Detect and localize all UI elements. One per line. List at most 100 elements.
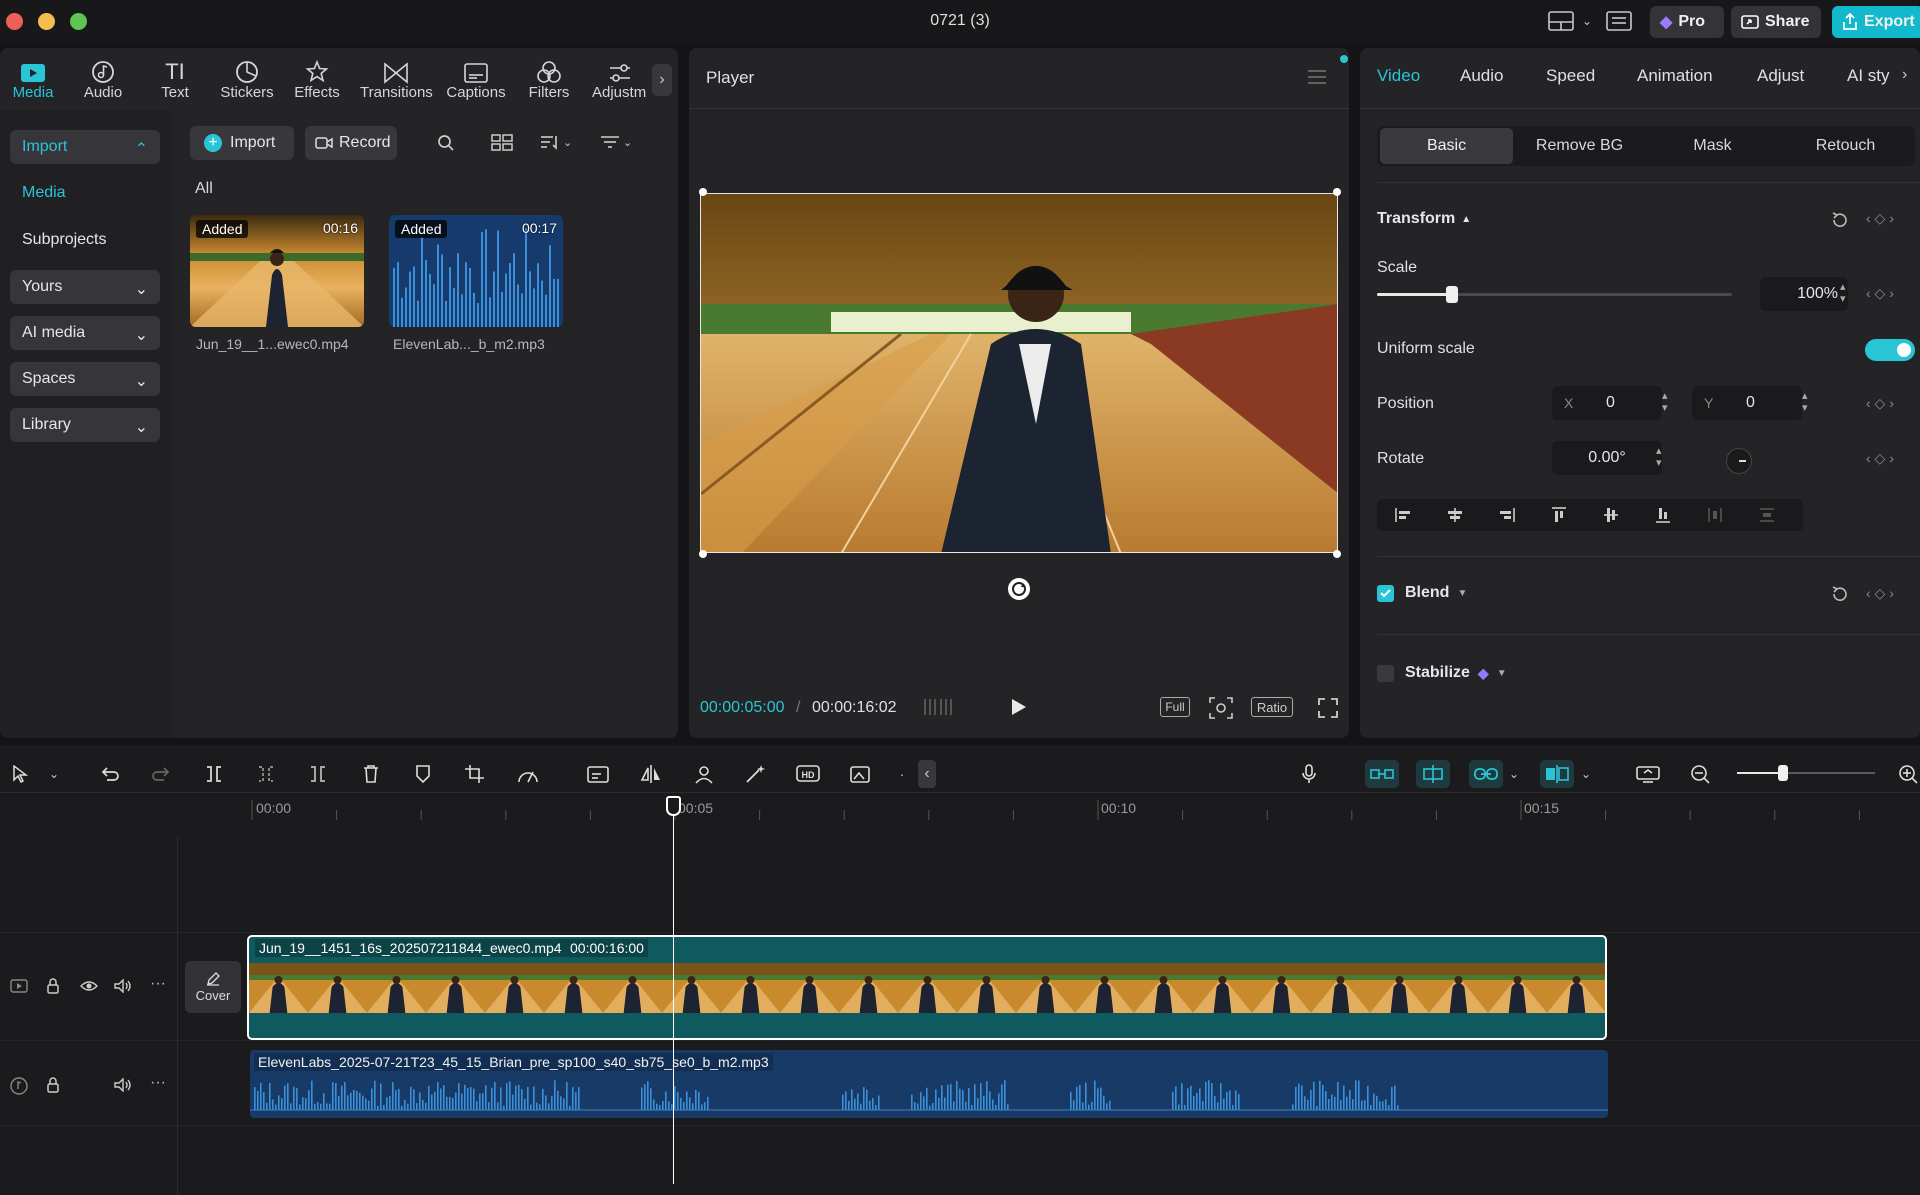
add-text-icon[interactable]: [584, 760, 612, 788]
full-button[interactable]: Full: [1160, 697, 1190, 717]
preview-dropdown-icon[interactable]: ⌄: [1572, 760, 1600, 788]
cover-button[interactable]: Cover: [185, 961, 241, 1013]
tab-audio[interactable]: Audio: [1460, 66, 1503, 86]
stabilize-header[interactable]: Stabilize ◆ ▼: [1405, 664, 1507, 682]
playhead[interactable]: [673, 806, 674, 1184]
pro-button[interactable]: ◆ Pro: [1650, 6, 1724, 38]
timeline-settings-icon[interactable]: [1634, 760, 1662, 788]
marker-icon[interactable]: [409, 760, 437, 788]
play-icon[interactable]: [1010, 697, 1028, 717]
fullscreen-icon[interactable]: [1318, 698, 1338, 718]
keyframe-nav-icon[interactable]: ‹ ◇ ›: [1866, 210, 1894, 227]
stabilize-checkbox[interactable]: [1377, 665, 1394, 682]
reset-icon[interactable]: [1830, 584, 1850, 604]
zoom-slider-thumb[interactable]: [1777, 765, 1788, 781]
link-clips-icon[interactable]: [1469, 760, 1503, 788]
align-top-icon[interactable]: [1533, 506, 1585, 524]
sidebar-media[interactable]: Media: [22, 184, 66, 202]
transform-header[interactable]: Transform ▲: [1377, 210, 1471, 228]
keyframe-nav-icon[interactable]: ‹ ◇ ›: [1866, 395, 1894, 412]
lock-icon[interactable]: [46, 1077, 60, 1093]
toolbar-media[interactable]: Media: [0, 56, 69, 101]
position-x-stepper-icon[interactable]: ▴ ▾: [1662, 390, 1668, 414]
media-item-video[interactable]: Added 00:16: [190, 215, 364, 327]
grid-view-icon[interactable]: [491, 134, 513, 152]
search-icon[interactable]: [437, 134, 455, 152]
media-item-audio[interactable]: Added 00:17: [389, 215, 563, 327]
lock-icon[interactable]: [46, 978, 60, 994]
zoom-out-icon[interactable]: [1686, 760, 1714, 788]
tab-ai-style[interactable]: AI sty: [1847, 66, 1895, 86]
toolbar-audio[interactable]: Audio: [67, 56, 139, 101]
link-dropdown-icon[interactable]: ⌄: [1500, 760, 1528, 788]
keyframe-nav-icon[interactable]: ‹ ◇ ›: [1866, 450, 1894, 467]
speaker-icon[interactable]: [114, 979, 132, 993]
resize-handle[interactable]: [699, 188, 707, 196]
align-center-h-icon[interactable]: [1429, 507, 1481, 523]
menu-icon[interactable]: [1307, 69, 1327, 85]
sidebar-library[interactable]: Library ⌄: [10, 408, 160, 442]
subtab-remove-bg[interactable]: Remove BG: [1513, 128, 1646, 164]
speaker-icon[interactable]: [114, 1078, 132, 1092]
more-options-icon[interactable]: ···: [150, 1074, 166, 1092]
auto-snap-icon[interactable]: [1416, 760, 1450, 788]
record-button[interactable]: Record: [305, 126, 397, 160]
shortcut-icon[interactable]: [1606, 11, 1632, 31]
toolbar-text[interactable]: TI Text: [139, 56, 211, 102]
import-button[interactable]: + Import: [190, 126, 294, 160]
tab-speed[interactable]: Speed: [1546, 66, 1595, 86]
microphone-icon[interactable]: [1295, 760, 1323, 788]
zoom-slider[interactable]: [1737, 765, 1875, 781]
align-bottom-icon[interactable]: [1637, 506, 1689, 524]
blend-checkbox[interactable]: [1377, 585, 1394, 602]
ratio-button[interactable]: Ratio: [1251, 697, 1293, 717]
align-center-v-icon[interactable]: [1585, 506, 1637, 524]
scale-input[interactable]: 100%: [1760, 277, 1848, 311]
main-track-magnet-icon[interactable]: [1365, 760, 1399, 788]
playhead-handle[interactable]: [666, 796, 681, 816]
scale-slider-thumb[interactable]: [1445, 286, 1458, 303]
tabs-scroll-right-icon[interactable]: ›: [1902, 66, 1907, 84]
subtab-mask[interactable]: Mask: [1646, 128, 1779, 164]
align-right-icon[interactable]: [1481, 507, 1533, 523]
select-tool-icon[interactable]: [6, 760, 34, 788]
toolbar-transitions[interactable]: Transitions: [360, 56, 433, 101]
resize-handle[interactable]: [699, 550, 707, 558]
sort-icon[interactable]: ⌄: [540, 134, 572, 150]
uniform-scale-toggle[interactable]: [1865, 339, 1915, 361]
keyframe-nav-icon[interactable]: ‹ ◇ ›: [1866, 285, 1894, 302]
mirror-icon[interactable]: [637, 760, 665, 788]
screenshot-icon[interactable]: [1209, 697, 1233, 719]
rotate-handle-icon[interactable]: [1007, 577, 1031, 601]
filter-icon[interactable]: ⌄: [600, 134, 632, 150]
tool-dropdown-icon[interactable]: ⌄: [40, 760, 68, 788]
scale-slider[interactable]: [1377, 286, 1732, 303]
timeline-ruler[interactable]: [250, 796, 1920, 820]
more-options-icon[interactable]: ···: [150, 975, 166, 993]
export-button[interactable]: Export: [1832, 6, 1920, 38]
sidebar-subprojects[interactable]: Subprojects: [22, 231, 107, 249]
share-button[interactable]: Share: [1731, 6, 1821, 38]
more-dot-icon[interactable]: ·: [888, 760, 916, 788]
toolbar-collapse-icon[interactable]: ‹: [918, 760, 936, 788]
video-preview[interactable]: [700, 193, 1338, 553]
toolbar-captions[interactable]: Captions: [440, 56, 512, 101]
undo-icon[interactable]: [95, 760, 123, 788]
delete-icon[interactable]: [357, 760, 385, 788]
layout-icon[interactable]: [1548, 11, 1574, 31]
split-left-icon[interactable]: [252, 760, 280, 788]
keyframe-nav-icon[interactable]: ‹ ◇ ›: [1866, 585, 1894, 602]
magic-wand-icon[interactable]: [742, 760, 770, 788]
rotate-dial[interactable]: [1726, 448, 1752, 474]
image-enhance-icon[interactable]: [847, 760, 875, 788]
position-y-input[interactable]: Y 0: [1692, 386, 1802, 420]
sidebar-yours[interactable]: Yours ⌄: [10, 270, 160, 304]
tab-adjust[interactable]: Adjust: [1757, 66, 1804, 86]
eye-icon[interactable]: [80, 980, 98, 992]
subtab-basic[interactable]: Basic: [1380, 128, 1513, 164]
hd-icon[interactable]: HD: [794, 760, 822, 788]
rotate-stepper-icon[interactable]: ▴ ▾: [1656, 445, 1662, 469]
position-y-stepper-icon[interactable]: ▴ ▾: [1802, 390, 1808, 414]
blend-header[interactable]: Blend ▼: [1405, 584, 1467, 602]
subtab-retouch[interactable]: Retouch: [1779, 128, 1912, 164]
